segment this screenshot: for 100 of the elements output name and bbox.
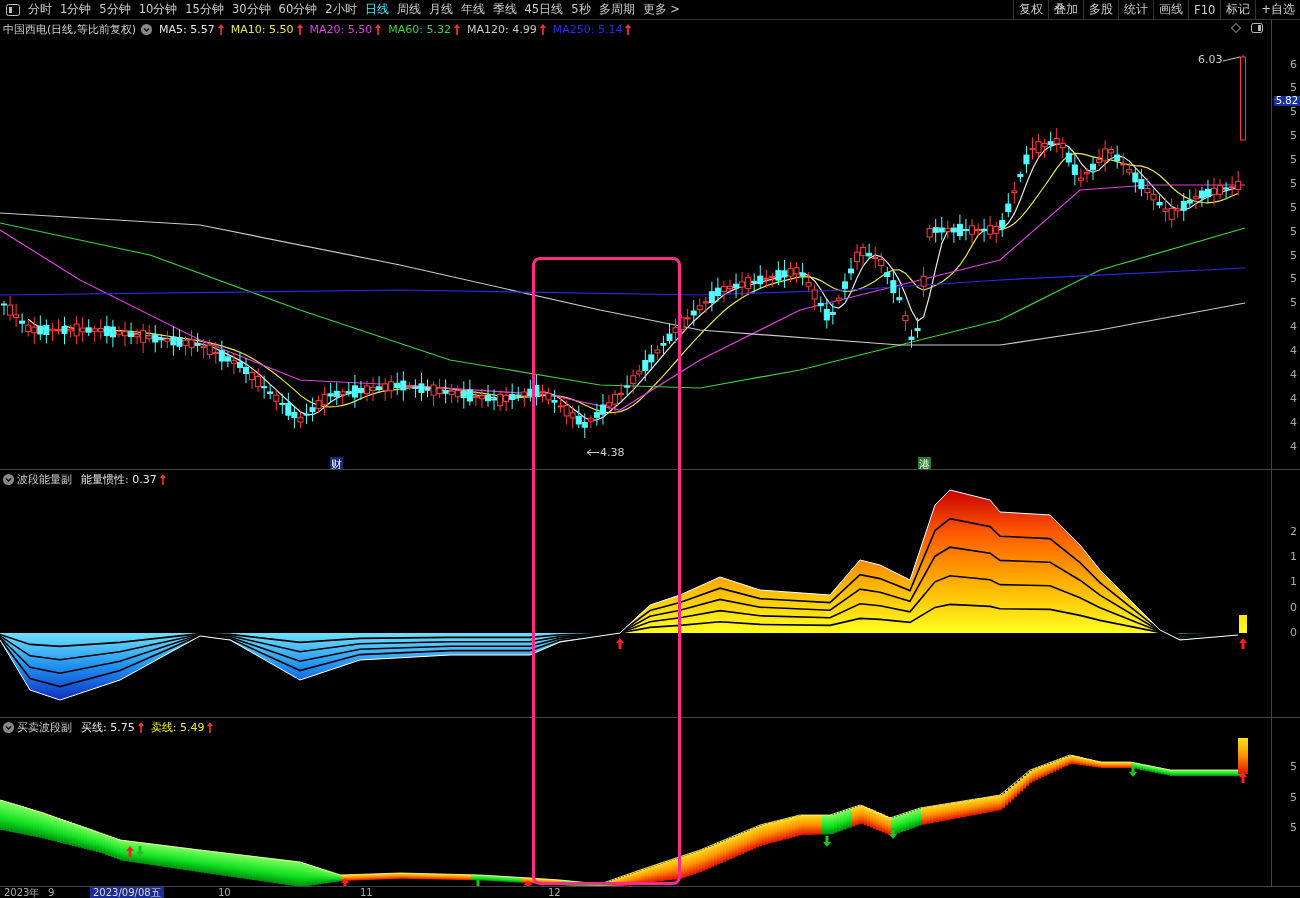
price-axis-label: 5 [1290,248,1297,262]
ma-legend-value: MA20: 5.50 [309,23,373,36]
toolbar-button[interactable]: 标记 [1220,0,1256,19]
toolbar-button[interactable]: 画线 [1153,0,1189,19]
period-tab[interactable]: 周线 [392,0,425,19]
up-arrow-icon [375,24,382,35]
up-arrow-icon [625,24,632,35]
ma-legend-value: MA10: 5.50 [230,23,294,36]
indicator-value: 能量惯性: 0.37 [81,472,157,487]
date-axis-label: 10 [218,887,231,898]
down-arrow-icon [823,836,831,847]
price-axis-label: 5 [1290,200,1297,214]
toolbar-button[interactable]: +自选 [1255,0,1300,19]
leader-line [1223,56,1241,62]
up-arrow-icon [126,846,134,857]
value-axis-label: 5 [1290,790,1297,804]
price-axis-label: 5 [1290,153,1297,166]
period-tab[interactable]: 45日线 [520,0,568,19]
toolbar-button[interactable]: 多股 [1083,0,1119,19]
event-marker[interactable]: 港 [918,457,931,469]
ma-legend-value: MA60: 5.32 [388,23,451,36]
sell-line-value: 卖线: 5.49 [150,720,205,735]
period-tab[interactable]: 60分钟 [274,0,322,19]
period-tab[interactable]: 分时 [24,0,56,19]
period-tab[interactable]: 5分钟 [95,0,135,19]
high-price-label: 6.03 [1198,53,1223,66]
down-arrow-icon [1129,766,1137,777]
price-axis-label: 6 [1290,57,1297,71]
up-arrow-icon [159,474,166,485]
toolbar-button[interactable]: 复权 [1013,0,1049,19]
down-arrow-icon [136,846,144,857]
up-arrow-icon [1239,638,1247,649]
date-axis-label: 9 [48,887,55,898]
toolbar-button[interactable]: 统计 [1118,0,1154,19]
period-tab[interactable]: 10分钟 [134,0,182,19]
price-axis-label: 4 [1290,320,1297,334]
date-axis-label: 2023年 [4,887,40,898]
price-axis-label: 4 [1290,367,1297,381]
up-arrow-icon [217,24,224,35]
value-axis-label: 0 [1290,625,1297,639]
down-arrow-icon [889,828,897,839]
toolbar-button[interactable]: F10 [1188,0,1221,19]
period-tab[interactable]: 15分钟 [181,0,228,19]
date-axis-label: 12 [548,887,561,898]
price-axis-label: 5 [1290,129,1297,143]
period-tab[interactable]: 日线 [360,0,393,19]
indicator-title: 波段能量副 [17,472,72,487]
wave-bar [1238,738,1248,774]
up-arrow-icon [207,722,214,733]
up-arrow-icon [616,884,624,886]
value-axis-label: 1 [1290,550,1297,564]
up-arrow-icon [1239,772,1247,783]
toolbar-button[interactable]: 叠加 [1048,0,1084,19]
value-axis-label: 0 [1290,600,1297,614]
value-axis-label: 2 [1290,525,1297,538]
ma-legend-value: MA250: 5.14 [552,23,623,36]
price-axis-label: 5 [1290,296,1297,310]
value-axis-label: 5 [1290,760,1297,773]
date-axis-label: 11 [360,887,373,898]
price-axis-label: 5 [1290,224,1297,238]
price-axis-label: 4 [1290,439,1297,453]
price-axis-label: 5 [1290,272,1297,286]
price-axis-label: 4 [1290,391,1297,405]
diamond-icon[interactable] [1231,23,1241,33]
up-arrow-icon [296,24,303,35]
dropdown-icon[interactable] [3,722,14,733]
stock-title: 中国西电(日线,等比前复权) [3,22,137,37]
period-tab[interactable]: 1分钟 [56,0,96,19]
period-tab[interactable]: 5秒 [567,0,595,19]
event-marker[interactable]: 财 [330,457,343,469]
price-axis-label: 4 [1290,415,1297,429]
price-axis-label: 5 [1290,176,1297,190]
ma-legend-value: MA5: 5.57 [159,23,215,36]
period-tab[interactable]: 更多 > [638,0,684,19]
buy-line-value: 买线: 5.75 [81,720,135,735]
panel-toggle-icon[interactable] [1251,23,1263,33]
period-tab[interactable]: 季线 [488,0,521,19]
price-axis-label: 4 [1290,344,1297,357]
price-axis-label: 5 [1290,105,1297,119]
up-arrow-icon [616,638,624,649]
period-tab[interactable]: 2小时 [321,0,361,19]
up-arrow-icon [539,24,546,35]
sidebar-toggle-icon[interactable] [6,3,20,16]
period-tab[interactable]: 月线 [424,0,457,19]
up-arrow-icon [524,880,532,886]
period-tab[interactable]: 年线 [456,0,489,19]
indicator-title: 买卖波段副 [17,720,72,735]
dropdown-icon[interactable] [3,474,14,485]
energy-bar [1239,615,1247,633]
period-tab[interactable]: 多周期 [594,0,639,19]
value-axis-label: 5 [1290,821,1297,834]
up-arrow-icon [341,878,349,886]
up-arrow-icon [137,722,144,733]
down-arrow-icon [474,880,482,886]
period-tab[interactable]: 30分钟 [227,0,275,19]
ma-legend-value: MA120: 4.99 [466,23,537,36]
dropdown-icon[interactable] [141,24,153,35]
left-arrow-icon [587,449,599,456]
cursor-date-label: 2023/09/08五 [90,887,164,898]
last-price-badge: 5.82 [1273,95,1300,106]
